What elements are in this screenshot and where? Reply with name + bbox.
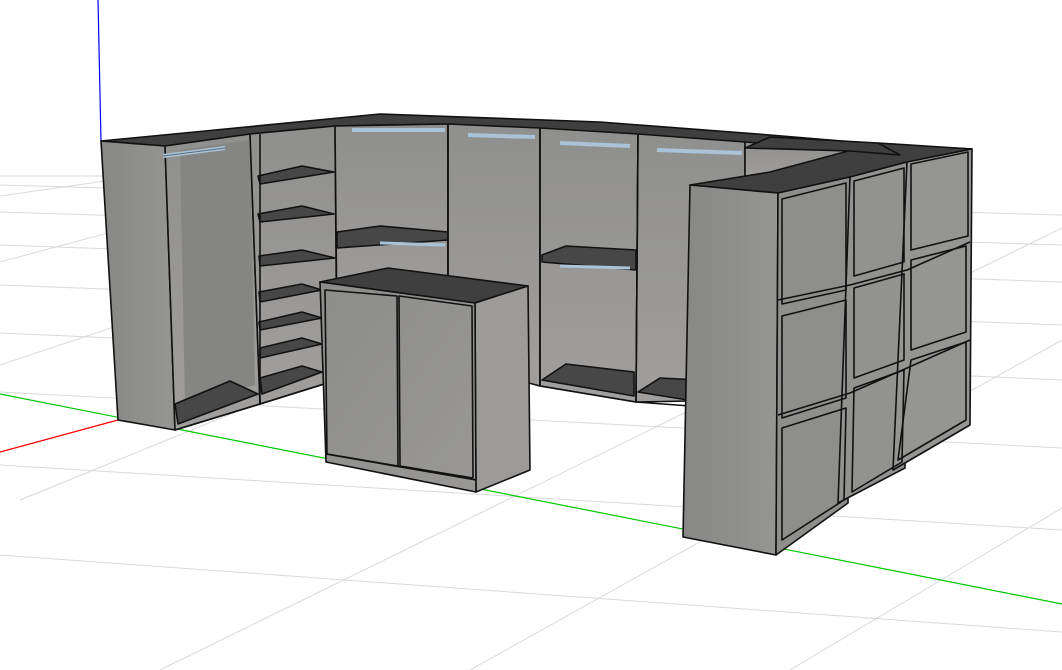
unit-1-back — [180, 140, 255, 405]
wardrobe-unit-1[interactable] — [100, 133, 261, 431]
block-end-panel — [682, 184, 779, 556]
x-axis-line — [0, 419, 119, 453]
unit-4-hanging-rail — [467, 133, 536, 139]
unit-5-lower-rail — [559, 264, 631, 270]
side-cabinet-block[interactable] — [682, 136, 973, 556]
island-cabinet[interactable] — [319, 267, 531, 493]
unit-3-lower-rail — [379, 241, 446, 247]
z-axis-line — [97, 0, 102, 143]
island-side-panel — [474, 285, 531, 493]
3d-viewport[interactable] — [0, 0, 1062, 670]
wardrobe-unit-5[interactable] — [539, 127, 639, 403]
unit-1-side-panel — [100, 140, 176, 431]
scene-canvas[interactable] — [0, 0, 1062, 670]
block-column-3 — [892, 148, 973, 471]
